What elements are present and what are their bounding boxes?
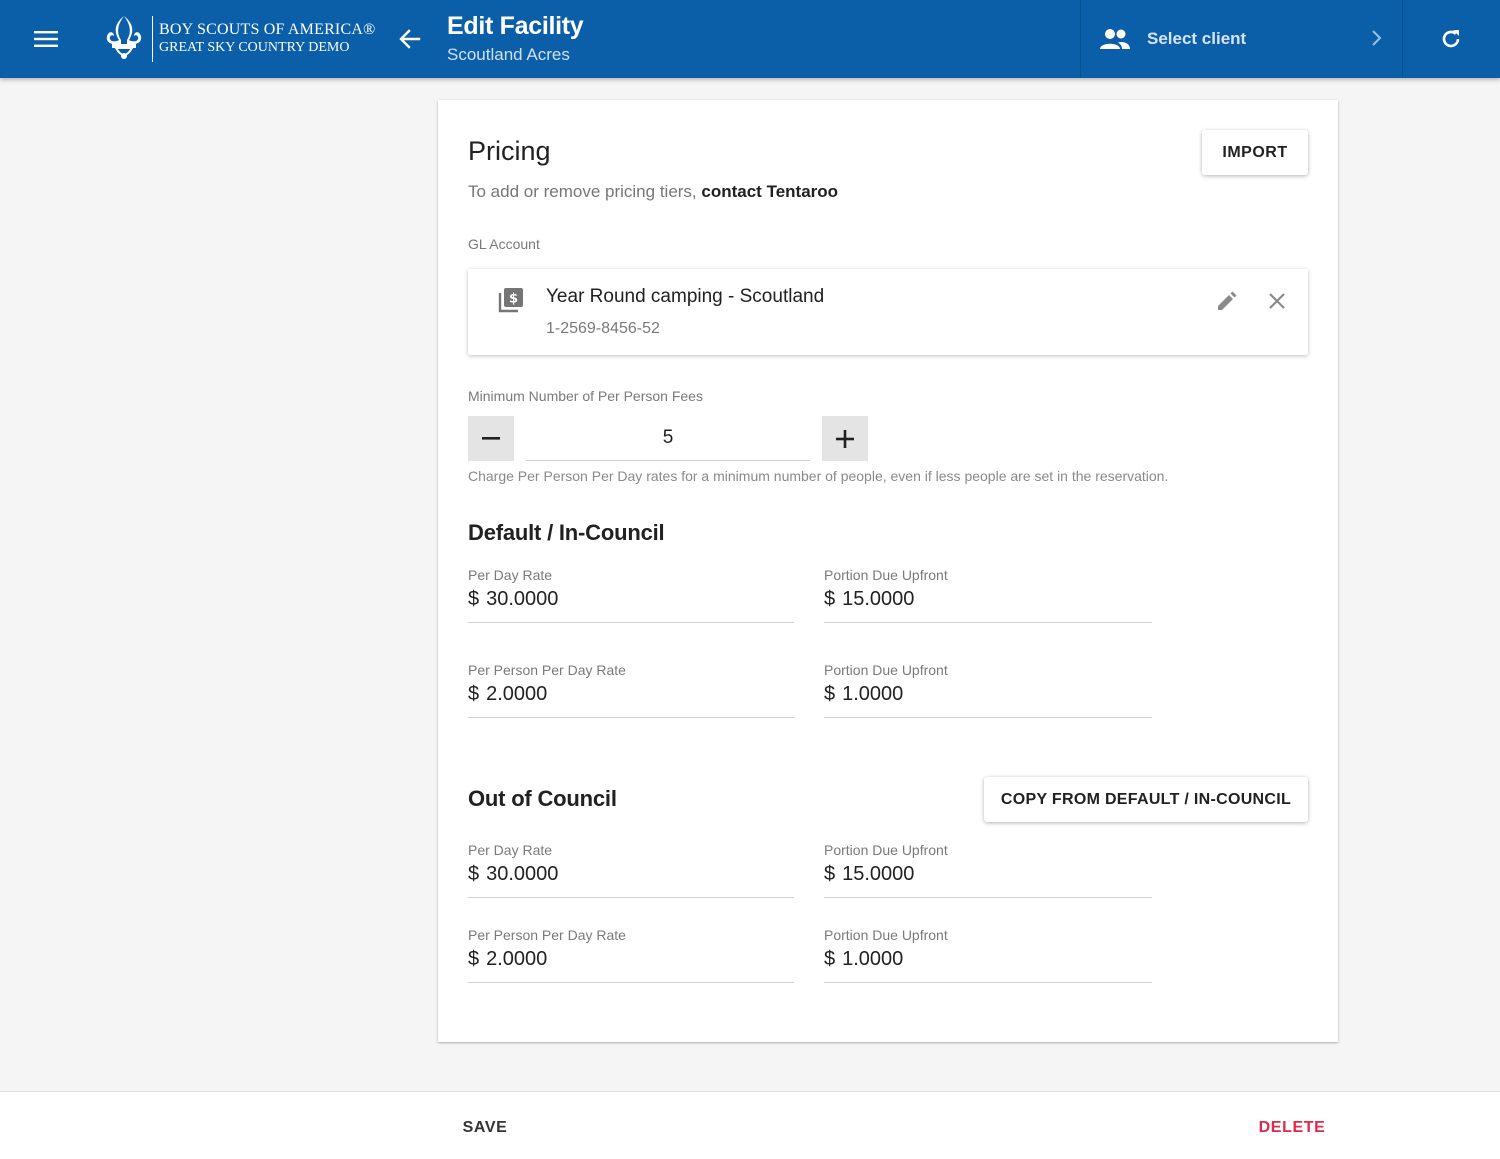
amount: 2.0000 bbox=[486, 683, 548, 705]
contact-tentaroo-link[interactable]: contact Tentaroo bbox=[701, 182, 838, 201]
field-value: $15.0000 bbox=[824, 588, 914, 611]
amount: 15.0000 bbox=[842, 588, 915, 610]
currency-symbol: $ bbox=[824, 588, 836, 610]
currency-symbol: $ bbox=[824, 948, 836, 970]
min-fees-helper: Charge Per Person Per Day rates for a mi… bbox=[468, 468, 1169, 484]
app-bar: BOY SCOUTS OF AMERICA® GREAT SKY COUNTRY… bbox=[0, 0, 1500, 78]
gl-account-name: Year Round camping - Scoutland bbox=[546, 286, 825, 307]
page-subtitle: Scoutland Acres bbox=[447, 45, 570, 64]
chevron-right-icon bbox=[1372, 30, 1382, 46]
select-client-button[interactable]: Select client bbox=[1080, 0, 1403, 78]
ooc-per-person-upfront-field[interactable]: Portion Due Upfront $1.0000 bbox=[824, 927, 1152, 983]
default-council-title: Default / In-Council bbox=[468, 520, 665, 545]
field-value: $30.0000 bbox=[468, 863, 558, 886]
default-per-person-upfront-field[interactable]: Portion Due Upfront $1.0000 bbox=[824, 662, 1152, 718]
pricing-tiers-note: To add or remove pricing tiers, contact … bbox=[468, 182, 838, 202]
save-button[interactable]: SAVE bbox=[444, 1108, 526, 1148]
ooc-per-day-upfront-field[interactable]: Portion Due Upfront $15.0000 bbox=[824, 842, 1152, 898]
select-client-label: Select client bbox=[1147, 29, 1247, 48]
ooc-per-person-rate-field[interactable]: Per Person Per Day Rate $2.0000 bbox=[468, 927, 794, 983]
currency-symbol: $ bbox=[468, 948, 480, 970]
field-label: Per Day Rate bbox=[468, 842, 553, 858]
field-label: Per Day Rate bbox=[468, 567, 553, 583]
pricing-card: Pricing IMPORT To add or remove pricing … bbox=[438, 100, 1338, 1042]
logo-line-2: GREAT SKY COUNTRY DEMO bbox=[159, 40, 350, 55]
amount: 2.0000 bbox=[486, 948, 548, 970]
default-per-person-rate-field[interactable]: Per Person Per Day Rate $2.0000 bbox=[468, 662, 794, 718]
currency-symbol: $ bbox=[824, 683, 836, 705]
currency-symbol: $ bbox=[468, 588, 480, 610]
min-fees-label: Minimum Number of Per Person Fees bbox=[468, 388, 703, 404]
field-value: $30.0000 bbox=[468, 588, 558, 611]
field-value: $1.0000 bbox=[824, 683, 903, 706]
dollar-library-icon: $ bbox=[498, 288, 523, 313]
fleur-de-lis-icon bbox=[106, 16, 142, 59]
close-icon[interactable] bbox=[1263, 287, 1291, 315]
amount: 15.0000 bbox=[842, 863, 915, 885]
bsa-logo[interactable]: BOY SCOUTS OF AMERICA® GREAT SKY COUNTRY… bbox=[102, 14, 375, 64]
amount: 30.0000 bbox=[486, 588, 559, 610]
default-per-day-rate-field[interactable]: Per Day Rate $30.0000 bbox=[468, 567, 794, 623]
field-value: $1.0000 bbox=[824, 948, 903, 971]
page-title: Edit Facility bbox=[447, 12, 584, 40]
logo-text: BOY SCOUTS OF AMERICA® GREAT SKY COUNTRY… bbox=[159, 21, 375, 57]
field-label: Per Person Per Day Rate bbox=[468, 927, 626, 943]
svg-text:$: $ bbox=[509, 292, 518, 307]
gl-account-number: 1-2569-8456-52 bbox=[546, 320, 660, 337]
field-value: $2.0000 bbox=[468, 948, 547, 971]
copy-from-default-button[interactable]: COPY FROM DEFAULT / IN-COUNCIL bbox=[984, 777, 1308, 822]
gl-account-card[interactable]: $ Year Round camping - Scoutland 1-2569-… bbox=[468, 269, 1308, 355]
import-button[interactable]: IMPORT bbox=[1202, 130, 1308, 175]
minus-icon[interactable] bbox=[468, 416, 514, 461]
min-fees-input[interactable] bbox=[526, 416, 810, 461]
amount: 1.0000 bbox=[842, 683, 904, 705]
gl-account-label: GL Account bbox=[468, 236, 540, 252]
delete-button[interactable]: DELETE bbox=[1244, 1108, 1340, 1148]
arrow-left-icon[interactable] bbox=[390, 19, 430, 59]
field-value: $2.0000 bbox=[468, 683, 547, 706]
pencil-icon[interactable] bbox=[1213, 287, 1241, 315]
currency-symbol: $ bbox=[468, 863, 480, 885]
logo-divider bbox=[152, 16, 153, 62]
amount: 1.0000 bbox=[842, 948, 904, 970]
tiers-note-text: To add or remove pricing tiers, bbox=[468, 182, 702, 201]
currency-symbol: $ bbox=[468, 683, 480, 705]
bottom-action-bar: SAVE DELETE bbox=[0, 1091, 1500, 1159]
currency-symbol: $ bbox=[824, 863, 836, 885]
logo-line-1: BOY SCOUTS OF AMERICA® bbox=[159, 21, 376, 38]
field-label: Per Person Per Day Rate bbox=[468, 662, 626, 678]
field-label: Portion Due Upfront bbox=[824, 842, 948, 858]
amount: 30.0000 bbox=[486, 863, 559, 885]
page-title-block: Edit Facility Scoutland Acres bbox=[447, 12, 584, 65]
refresh-icon[interactable] bbox=[1430, 19, 1472, 59]
field-label: Portion Due Upfront bbox=[824, 662, 948, 678]
field-value: $15.0000 bbox=[824, 863, 914, 886]
pricing-title: Pricing bbox=[468, 136, 551, 166]
plus-icon[interactable] bbox=[822, 416, 868, 461]
field-label: Portion Due Upfront bbox=[824, 927, 948, 943]
people-icon bbox=[1100, 29, 1130, 49]
default-per-day-upfront-field[interactable]: Portion Due Upfront $15.0000 bbox=[824, 567, 1152, 623]
out-of-council-title: Out of Council bbox=[468, 786, 617, 811]
field-label: Portion Due Upfront bbox=[824, 567, 948, 583]
ooc-per-day-rate-field[interactable]: Per Day Rate $30.0000 bbox=[468, 842, 794, 898]
menu-icon[interactable] bbox=[26, 19, 66, 59]
